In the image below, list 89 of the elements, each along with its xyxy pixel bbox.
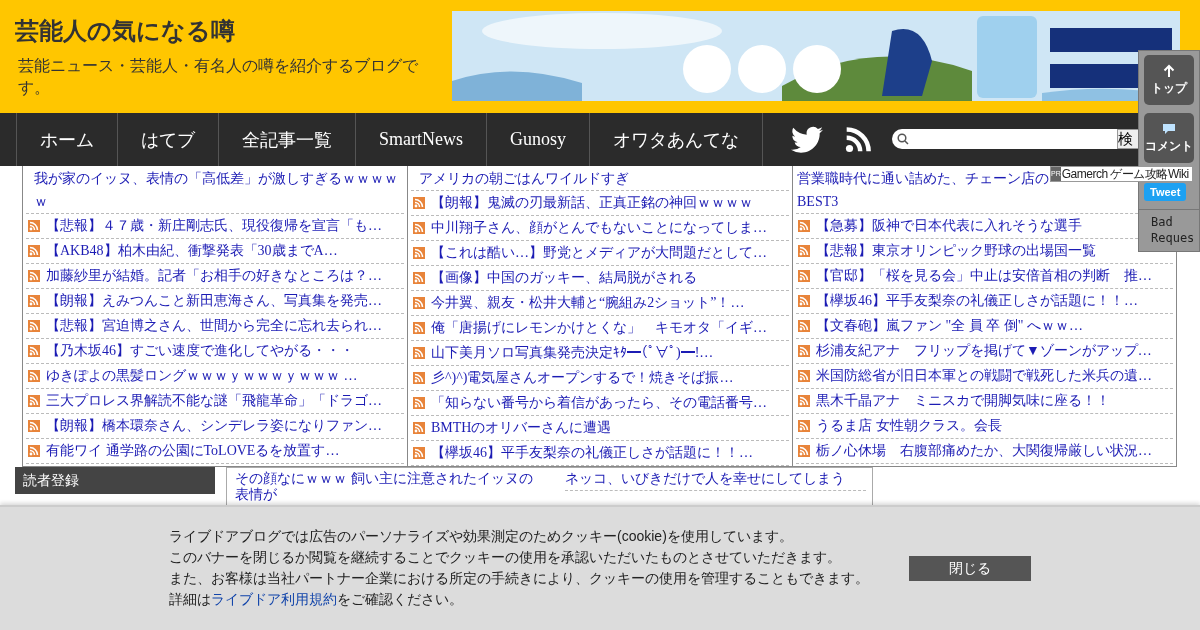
- article-link[interactable]: 【急募】阪神で日本代表に入れそうな選手: [816, 217, 1082, 235]
- speech-bubble-icon: [1162, 121, 1176, 136]
- rss-icon: [28, 345, 40, 357]
- article-link[interactable]: 山下美月ソロ写真集発売決定ｷﾀ━(ﾟ∀ﾟ)━!…: [431, 344, 714, 362]
- rss-icon: [413, 322, 425, 334]
- article-link[interactable]: 【欅坂46】平手友梨奈の礼儀正しさが話題に！！…: [431, 444, 753, 462]
- rss-icon: [28, 445, 40, 457]
- article-link[interactable]: 「知らない番号から着信があったら、その電話番号…: [431, 394, 767, 412]
- rss-icon: [798, 445, 810, 457]
- article-link[interactable]: 栃ノ心休場 右腹部痛めたか、大関復帰厳しい状況…: [816, 442, 1152, 460]
- search-field[interactable]: [892, 129, 1117, 149]
- article-link[interactable]: 有能ワイ 通学路の公園にToLOVEるを放置す…: [46, 442, 340, 460]
- article-link[interactable]: 【欅坂46】平手友梨奈の礼儀正しさが話題に！！…: [816, 292, 1138, 310]
- rss-icon: [413, 247, 425, 259]
- rss-icon: [413, 372, 425, 384]
- search-icon: [897, 133, 909, 145]
- article-link[interactable]: 中川翔子さん、顔がとんでもないことになってしま…: [431, 219, 767, 237]
- article-link[interactable]: ゆきぽよの黒髪ロングｗｗｗｙｗｗｗｙｗｗｗ …: [46, 367, 358, 385]
- cookie-notice-text: ライブドアブログでは広告のパーソナライズや効果測定のためクッキー(cookie)を使用しています。: [169, 527, 794, 546]
- nav-link[interactable]: 全記事一覧: [218, 113, 355, 166]
- article-link[interactable]: 【朗報】鬼滅の刃最新話、正真正銘の神回ｗｗｗｗ: [431, 194, 753, 212]
- article-link[interactable]: 黒木千晶アナ ミニスカで開脚気味に座る！！: [816, 392, 1110, 410]
- nav-link[interactable]: オワタあんてな: [589, 113, 763, 166]
- article-link[interactable]: 【画像】中国のガッキー、結局脱がされる: [431, 269, 697, 287]
- article-link[interactable]: 我が家のイッヌ、表情の「高低差」が激しすぎるｗｗｗｗ ｗ: [26, 166, 404, 214]
- rss-icon: [413, 222, 425, 234]
- nav-link[interactable]: Gunosy: [486, 113, 589, 166]
- rss-icon: [413, 422, 425, 434]
- rss-icon: [28, 370, 40, 382]
- rss-icon: [413, 197, 425, 209]
- rss-icon: [798, 370, 810, 382]
- rss-icon: [798, 270, 810, 282]
- article-link[interactable]: ネッコ、いびきだけで人を幸せにしてしまう: [565, 471, 866, 491]
- comment-button[interactable]: コメント: [1144, 113, 1194, 163]
- rss-icon: [798, 395, 810, 407]
- article-link[interactable]: 【AKB48】柏木由紀、衝撃発表「30歳までA…: [46, 242, 338, 260]
- rss-icon: [798, 295, 810, 307]
- rss-icon: [798, 245, 810, 257]
- nav-link[interactable]: SmartNews: [355, 113, 486, 166]
- article-link[interactable]: 杉浦友紀アナ フリップを掲げて▼ゾーンがアップ…: [816, 342, 1152, 360]
- article-link[interactable]: 【悲報】宮迫博之さん、世間から完全に忘れ去られ…: [46, 317, 382, 335]
- rss-icon: [28, 270, 40, 282]
- close-button[interactable]: 閉じる: [909, 556, 1031, 581]
- cookie-notice-text: 詳細はライブドア利用規約をご確認ください。: [169, 590, 464, 609]
- site-title[interactable]: 芸能人の気になる噂: [15, 15, 452, 47]
- terms-link[interactable]: ライブドア利用規約: [211, 591, 337, 607]
- rss-icon: [28, 420, 40, 432]
- article-link[interactable]: 今井翼、親友・松井大輔と“腕組み2ショット”！…: [431, 294, 745, 312]
- rss-icon: [28, 320, 40, 332]
- rss-icon: [413, 397, 425, 409]
- article-link[interactable]: 【文春砲】嵐ファン "全 員 卒 倒" へｗｗ…: [816, 317, 1083, 335]
- rss-icon: [28, 295, 40, 307]
- article-link[interactable]: 加藤紗里が結婚。記者「お相手の好きなところは？…: [46, 267, 382, 285]
- article-link[interactable]: 【乃木坂46】すごい速度で進化してやがる・・・: [46, 342, 354, 360]
- cookie-notice-text: また、お客様は当社パートナー企業における所定の手続きにより、クッキーの使用を管理することもできます。: [169, 569, 870, 588]
- article-link[interactable]: 【これは酷い…】野党とメディアが大問題だとして…: [431, 244, 767, 262]
- up-arrow-icon: [1162, 63, 1176, 78]
- cookie-notice-text: このバナーを閉じるか閲覧を継続することでクッキーの使用を承認いただいたものとさせていただきます。: [169, 548, 842, 567]
- reader-signup-header: 読者登録: [15, 467, 215, 494]
- article-link[interactable]: 俺「唐揚げにレモンかけとくな」 キモオタ「イギ…: [431, 319, 767, 337]
- rss-icon: [413, 447, 425, 459]
- rss-icon: [798, 220, 810, 232]
- article-link[interactable]: BMTHのオリバーさんに遭遇: [431, 419, 612, 437]
- article-link[interactable]: 三大プロレス界解読不能な謎「飛龍革命」「ドラゴ…: [46, 392, 382, 410]
- article-link[interactable]: 【悲報】４７歳・新庄剛志氏、現役復帰を宣言「も…: [46, 217, 382, 235]
- nav-link[interactable]: はてブ: [117, 113, 218, 166]
- article-link[interactable]: 【朗報】橋本環奈さん、シンデレラ姿になりファン…: [46, 417, 382, 435]
- rss-icon: [798, 345, 810, 357]
- rss-icon: [413, 347, 425, 359]
- rss-icon: [28, 245, 40, 257]
- rss-icon: [413, 272, 425, 284]
- article-link[interactable]: 彡^)^)電気屋さんオープンするで！焼きそば振…: [431, 369, 734, 387]
- rss-icon: [28, 220, 40, 232]
- article-link[interactable]: 【悲報】東京オリンピック野球の出場国一覧: [816, 242, 1096, 260]
- article-link[interactable]: 【朗報】えみつんこと新田恵海さん、写真集を発売…: [46, 292, 382, 310]
- article-link[interactable]: アメリカの朝ごはんワイルドすぎ: [411, 166, 789, 191]
- rss-icon: [798, 420, 810, 432]
- rss-icon: [413, 297, 425, 309]
- back-to-top-button[interactable]: トップ: [1144, 55, 1194, 105]
- rss-icon: [28, 395, 40, 407]
- twitter-icon[interactable]: [791, 126, 823, 154]
- article-link[interactable]: うるま店 女性朝クラス。会長: [816, 417, 1002, 435]
- article-link[interactable]: 【官邸】「桜を見る会」中止は安倍首相の判断 推…: [816, 267, 1152, 285]
- error-text: Bad Reques: [1139, 209, 1199, 246]
- site-tagline: 芸能ニュース・芸能人・有名人の噂を紹介するブログです。: [18, 56, 419, 98]
- nav-link[interactable]: ホーム: [16, 113, 117, 166]
- rss-icon[interactable]: [845, 126, 872, 153]
- article-link[interactable]: 米国防総省が旧日本軍との戦闘で戦死した米兵の遺…: [816, 367, 1152, 385]
- rss-icon: [798, 320, 810, 332]
